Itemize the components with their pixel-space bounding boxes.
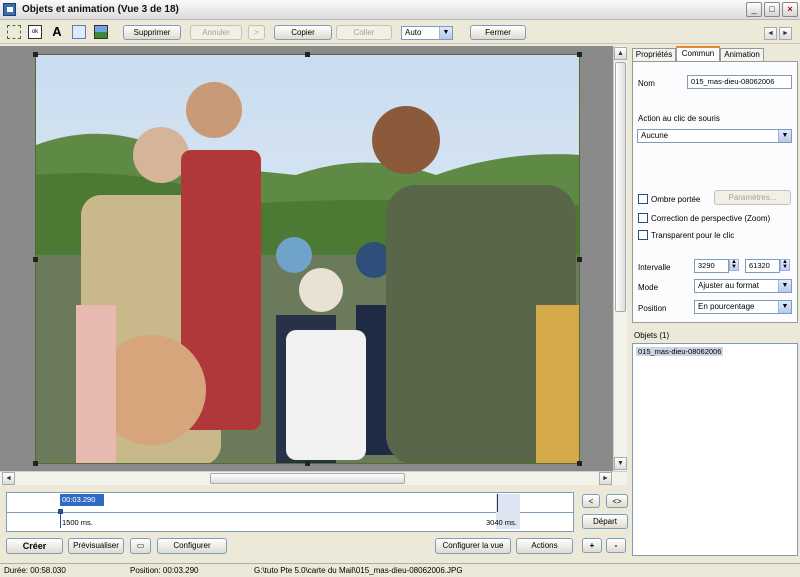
action-select[interactable]: Aucune ▼ — [637, 129, 792, 143]
resize-handle[interactable] — [33, 52, 38, 57]
position-label: Position — [638, 304, 667, 313]
position-select[interactable]: En pourcentage ▼ — [694, 300, 792, 314]
objects-header: Objets (1) — [634, 331, 670, 340]
resize-handle[interactable] — [577, 461, 582, 466]
coller-button[interactable]: Coller — [336, 25, 392, 40]
status-position: Position: 00:03.290 — [130, 566, 199, 575]
chevron-down-icon: ▼ — [778, 301, 791, 313]
position-value: En pourcentage — [698, 302, 755, 311]
resize-handle[interactable] — [305, 52, 310, 57]
end-marker-label: 3040 ms. — [486, 518, 517, 527]
remove-button[interactable]: - — [606, 538, 626, 553]
status-path: G:\tuto Pte 5.0\carte du Mail\015_mas-di… — [254, 566, 463, 575]
horizontal-scroll-thumb[interactable] — [210, 473, 405, 484]
resize-handle[interactable] — [33, 461, 38, 466]
timeline-fit-button[interactable]: <> — [606, 494, 628, 508]
creer-button[interactable]: Créer — [6, 538, 63, 554]
perspective-checkbox[interactable] — [638, 213, 648, 223]
current-time-marker[interactable]: 00:03.290 — [60, 494, 104, 506]
configurer-vue-button[interactable]: Configurer la vue — [435, 538, 511, 554]
timeline-divider — [7, 512, 573, 513]
mode-label: Mode — [638, 283, 659, 292]
button-tool-icon[interactable]: ok — [28, 25, 42, 39]
intervalle-label: Intervalle — [638, 263, 671, 272]
minimize-button[interactable]: _ — [746, 2, 762, 17]
zoom-value: Auto — [405, 28, 422, 37]
tab-animation[interactable]: Animation — [720, 48, 764, 61]
intervalle-start-input[interactable]: 3290 — [694, 259, 729, 273]
photo-image — [36, 55, 579, 463]
chevron-down-icon: ▼ — [778, 130, 791, 142]
transparent-label: Transparent pour le clic — [651, 231, 735, 240]
stepper-icon[interactable]: ▲ ▼ — [729, 259, 739, 271]
toolbar — [0, 20, 800, 44]
configurer-button[interactable]: Configurer — [157, 538, 227, 554]
objects-list[interactable] — [632, 343, 798, 556]
list-item[interactable]: 015_mas-dieu-08062006 — [636, 347, 724, 356]
resize-handle[interactable] — [305, 461, 310, 466]
add-button[interactable]: + — [582, 538, 602, 553]
copier-button[interactable]: Copier — [274, 25, 332, 40]
chevron-down-icon: ▼ — [778, 280, 791, 292]
depart-button[interactable]: Départ — [582, 514, 628, 529]
intervalle-end-input[interactable]: 61320 — [745, 259, 780, 273]
next-view-button[interactable]: ► — [779, 27, 792, 40]
tab-commun[interactable]: Commun — [676, 46, 720, 62]
scroll-down-icon[interactable]: ▼ — [614, 457, 627, 470]
select-rect-icon[interactable] — [7, 25, 21, 39]
annuler-button[interactable]: Annuler — [190, 25, 242, 40]
status-duree: Durée: 00:58.030 — [4, 566, 66, 575]
nom-input[interactable]: 015_mas-dieu-08062006 — [687, 75, 792, 89]
ombre-checkbox[interactable] — [638, 194, 648, 204]
actions-button[interactable]: Actions — [516, 538, 573, 554]
start-marker-handle[interactable] — [58, 509, 63, 514]
chevron-down-icon: ▼ — [439, 27, 452, 39]
stepper-icon[interactable]: ▲ ▼ — [780, 259, 790, 271]
perspective-label: Correction de perspective (Zoom) — [651, 214, 771, 223]
end-marker-line[interactable] — [497, 494, 498, 512]
text-tool-icon[interactable]: A — [50, 25, 64, 39]
resize-handle[interactable] — [577, 52, 582, 57]
rectangle-tool-icon[interactable] — [72, 25, 86, 39]
timeline-left-button[interactable]: < — [582, 494, 600, 508]
app-icon — [3, 3, 16, 16]
photo-object[interactable] — [35, 54, 580, 464]
scroll-left-icon[interactable]: ◄ — [2, 472, 15, 485]
parametres-button[interactable]: Paramètres... — [714, 190, 791, 205]
scroll-up-icon[interactable]: ▲ — [614, 47, 627, 60]
zoom-select[interactable]: Auto ▼ — [401, 26, 453, 40]
transparent-checkbox[interactable] — [638, 230, 648, 240]
tab-proprietes[interactable]: Propriétés — [632, 48, 676, 61]
maximize-button[interactable]: □ — [764, 2, 780, 17]
scroll-right-icon[interactable]: ► — [599, 472, 612, 485]
window-title: Objets et animation (Vue 3 de 18) — [22, 4, 179, 15]
supprimer-button[interactable]: Supprimer — [123, 25, 181, 40]
previsualiser-button[interactable]: Prévisualiser — [68, 538, 124, 554]
close-button[interactable]: × — [782, 2, 798, 17]
action-value: Aucune — [641, 131, 669, 140]
resize-handle[interactable] — [33, 257, 38, 262]
nom-label: Nom — [638, 79, 655, 88]
vertical-scroll-thumb[interactable] — [615, 62, 626, 312]
start-marker-label: 1500 ms. — [62, 518, 93, 527]
prev-view-button[interactable]: ◄ — [764, 27, 777, 40]
folder-icon[interactable]: ▭ — [130, 538, 151, 554]
mode-value: Ajuster au format — [698, 281, 759, 290]
resize-handle[interactable] — [577, 257, 582, 262]
mode-select[interactable]: Ajuster au format ▼ — [694, 279, 792, 293]
ombre-label: Ombre portée — [651, 195, 701, 204]
redo-button[interactable]: > — [248, 25, 265, 40]
fermer-button[interactable]: Fermer — [470, 25, 526, 40]
image-tool-icon[interactable] — [94, 25, 108, 39]
action-label: Action au clic de souris — [638, 114, 720, 123]
